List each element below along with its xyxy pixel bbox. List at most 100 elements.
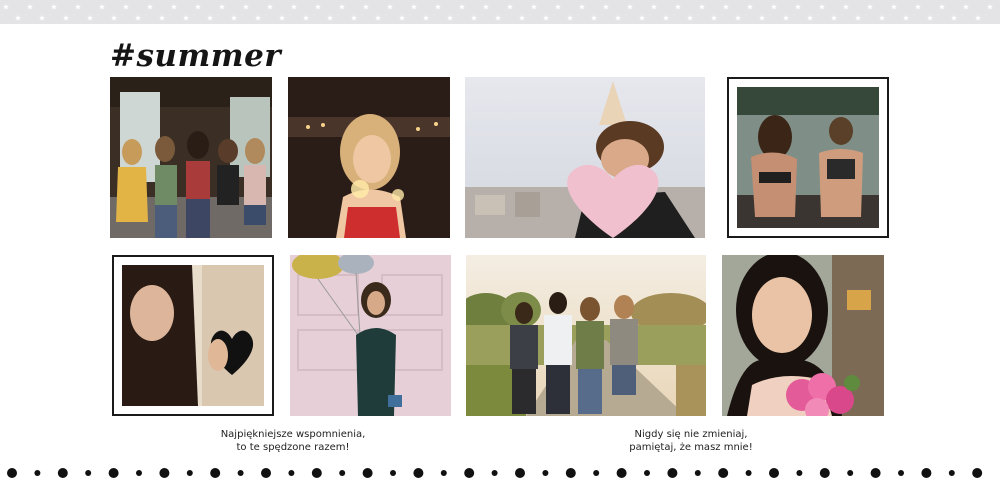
star-icon bbox=[459, 4, 465, 10]
dot bbox=[413, 468, 424, 478]
star-icon bbox=[627, 4, 633, 10]
dot bbox=[796, 470, 803, 476]
star-icon bbox=[351, 15, 357, 21]
star-icon bbox=[939, 4, 945, 10]
star-icon bbox=[759, 15, 765, 21]
dot bbox=[288, 470, 295, 476]
dot bbox=[34, 470, 41, 476]
star-icon bbox=[579, 4, 585, 10]
star-icon bbox=[591, 15, 597, 21]
star-icon bbox=[723, 4, 729, 10]
star-icon bbox=[87, 15, 93, 21]
star-icon bbox=[891, 4, 897, 10]
dot bbox=[186, 470, 193, 476]
star-icon bbox=[411, 4, 417, 10]
star-icon bbox=[711, 15, 717, 21]
star-icon bbox=[531, 4, 537, 10]
star-icon bbox=[195, 4, 201, 10]
star-icon bbox=[399, 15, 405, 21]
star-icon bbox=[15, 15, 21, 21]
dots-border bbox=[7, 468, 983, 478]
star-icon bbox=[795, 4, 801, 10]
dot bbox=[362, 468, 373, 478]
page-title: #summer bbox=[110, 38, 282, 74]
star-icon bbox=[603, 4, 609, 10]
dot bbox=[57, 468, 68, 478]
dot bbox=[311, 468, 322, 478]
dot bbox=[390, 470, 396, 476]
star-icon bbox=[387, 4, 393, 10]
dot bbox=[261, 468, 271, 478]
star-icon bbox=[279, 15, 285, 21]
dot bbox=[339, 470, 346, 476]
photo-party-hat-heart-balloon bbox=[465, 77, 705, 238]
star-icon bbox=[855, 15, 861, 21]
star-icon bbox=[555, 4, 561, 10]
dot bbox=[898, 470, 904, 476]
star-icon bbox=[639, 15, 645, 21]
star-pattern-band bbox=[0, 0, 1000, 24]
dot bbox=[464, 468, 475, 478]
dot bbox=[847, 470, 854, 476]
caption-right-line1: Nigdy się nie zmieniaj, bbox=[634, 429, 748, 440]
dot bbox=[616, 468, 627, 478]
star-icon bbox=[963, 4, 969, 10]
star-icon bbox=[807, 15, 813, 21]
dot bbox=[85, 470, 92, 476]
photo-friends-walking-road bbox=[466, 255, 706, 416]
star-icon bbox=[471, 15, 477, 21]
star-icon bbox=[183, 15, 189, 21]
star-icon bbox=[51, 4, 57, 10]
star-icon bbox=[507, 4, 513, 10]
star-icon bbox=[987, 4, 993, 10]
star-icon bbox=[243, 4, 249, 10]
star-icon bbox=[339, 4, 345, 10]
star-icon bbox=[867, 4, 873, 10]
star-icon bbox=[63, 15, 69, 21]
star-icon bbox=[879, 15, 885, 21]
dot bbox=[769, 468, 779, 478]
framed-photo-lake-swimsuits bbox=[727, 77, 889, 238]
caption-right: Nigdy się nie zmieniaj, pamiętaj, że mas… bbox=[616, 428, 766, 454]
star-icon bbox=[111, 15, 117, 21]
star-icon bbox=[75, 4, 81, 10]
star-icon bbox=[747, 4, 753, 10]
dot bbox=[819, 468, 830, 478]
star-icon bbox=[783, 15, 789, 21]
dot bbox=[972, 468, 983, 478]
dot bbox=[745, 470, 752, 476]
star-icon bbox=[255, 15, 261, 21]
dot bbox=[565, 468, 576, 478]
dot bbox=[515, 468, 525, 478]
star-icon bbox=[843, 4, 849, 10]
photo-woman-balloons-pink-door bbox=[290, 255, 451, 416]
star-icon bbox=[447, 15, 453, 21]
framed-photo-woman-black-heart bbox=[112, 255, 274, 416]
star-icon bbox=[99, 4, 105, 10]
star-icon bbox=[687, 15, 693, 21]
dot bbox=[644, 470, 650, 476]
star-icon bbox=[147, 4, 153, 10]
star-icon bbox=[171, 4, 177, 10]
photo-woman-sparklers bbox=[288, 77, 450, 238]
star-icon bbox=[975, 15, 981, 21]
star-icon bbox=[615, 15, 621, 21]
star-icon bbox=[915, 4, 921, 10]
star-icon bbox=[363, 4, 369, 10]
star-icon bbox=[519, 15, 525, 21]
dot bbox=[667, 468, 678, 478]
dot bbox=[921, 468, 932, 478]
star-icon bbox=[435, 4, 441, 10]
star-icon bbox=[483, 4, 489, 10]
star-icon bbox=[951, 15, 957, 21]
star-icon bbox=[663, 15, 669, 21]
star-icon bbox=[567, 15, 573, 21]
dot bbox=[136, 470, 142, 476]
star-icon bbox=[39, 15, 45, 21]
star-icon bbox=[927, 15, 933, 21]
star-icon bbox=[423, 15, 429, 21]
star-icon bbox=[27, 4, 33, 10]
dot bbox=[210, 468, 221, 478]
star-icon bbox=[303, 15, 309, 21]
dot bbox=[542, 470, 549, 476]
